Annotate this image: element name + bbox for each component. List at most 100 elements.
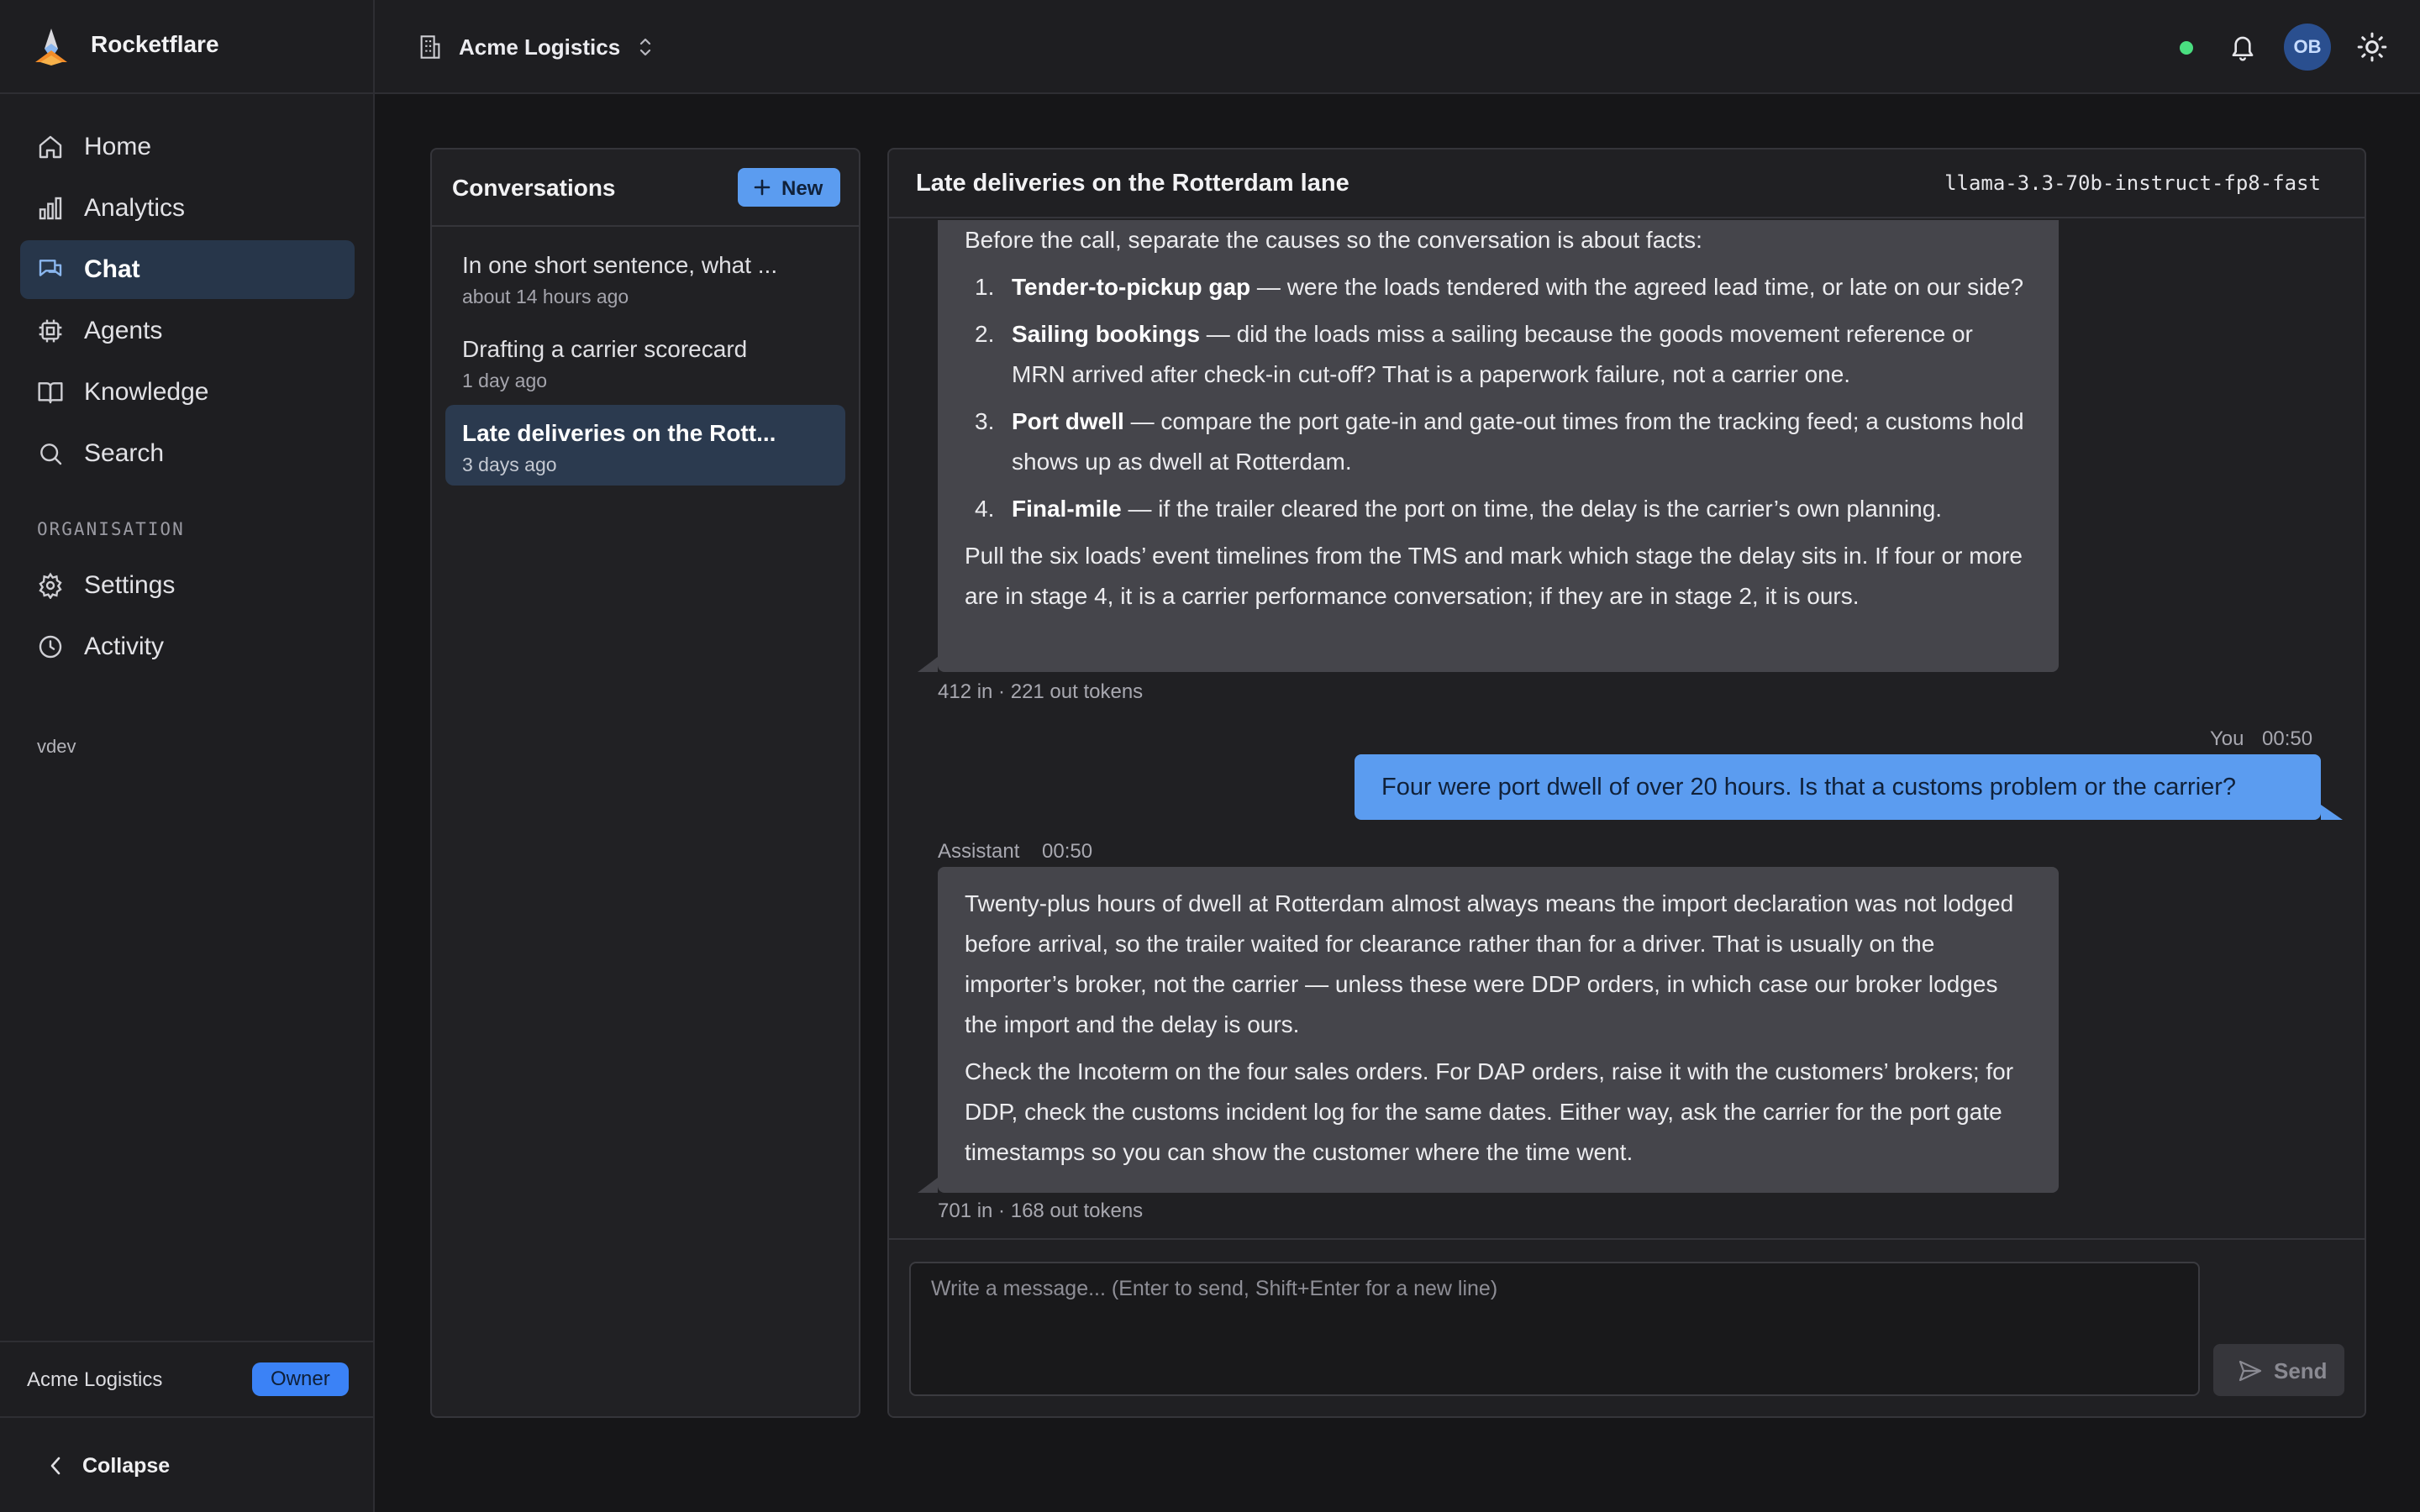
message-time: 00:50 — [2262, 727, 2313, 750]
nav-label-activity: Activity — [84, 633, 165, 660]
user-avatar[interactable]: OB — [2284, 24, 2331, 71]
message-input[interactable] — [909, 1262, 2200, 1396]
building-icon — [418, 34, 442, 60]
book-icon — [37, 379, 64, 406]
composer: Send — [889, 1238, 2365, 1416]
user-message-text: Four were port dwell of over 20 hours. I… — [1381, 774, 2237, 801]
chat-panel: Late deliveries on the Rotterdam lane ll… — [887, 148, 2366, 1418]
nav-item-activity[interactable]: Activity — [20, 617, 355, 676]
new-conversation-label: New — [781, 177, 823, 200]
nav-item-knowledge[interactable]: Knowledge — [20, 363, 355, 422]
chat-header: Late deliveries on the Rotterdam lane ll… — [889, 150, 2365, 218]
rocket-logo-icon — [32, 25, 71, 67]
list-number: 2. — [975, 321, 995, 347]
list-number: 3. — [975, 408, 995, 434]
bubble-tail — [918, 657, 938, 672]
list-item-heading: Port dwell — [1012, 408, 1124, 434]
chevron-left-icon — [45, 1453, 66, 1478]
role-badge: Owner — [252, 1362, 349, 1396]
nav-label-settings: Settings — [84, 571, 176, 599]
list-item-text: — were the loads tendered with the agree… — [1250, 274, 2024, 300]
new-conversation-button[interactable]: New — [738, 168, 840, 207]
message-paragraph: Twenty-plus hours of dwell at Rotterdam … — [965, 890, 2014, 1037]
sun-icon[interactable] — [2356, 31, 2388, 63]
list-item-heading: Sailing bookings — [1012, 321, 1201, 347]
nav-item-home[interactable]: Home — [20, 118, 355, 176]
sidebar: Rocketflare Home Analytics Chat Agents K… — [0, 0, 375, 1512]
message-outro: Pull the six loads’ event timelines from… — [965, 543, 2023, 609]
conversation-time: 3 days ago — [462, 454, 557, 475]
message-paragraph: Check the Incoterm on the four sales ord… — [965, 1058, 2014, 1165]
nav-label-home: Home — [84, 133, 152, 160]
user-message: Four were port dwell of over 20 hours. I… — [1355, 754, 2343, 820]
message-author: Assistant — [938, 840, 1020, 863]
brand: Rocketflare — [0, 0, 373, 94]
list-item-text: — if the trailer cleared the port on tim… — [1121, 496, 1943, 522]
app-version: vdev — [37, 736, 76, 757]
list-item: 2. Sailing bookings — did the loads miss … — [965, 314, 2032, 395]
conversations-title: Conversations — [452, 175, 616, 201]
nav-item-chat[interactable]: Chat — [20, 240, 355, 299]
cause-list: 1. Tender-to-pickup gap — were the loads … — [965, 267, 2032, 529]
nav-label-knowledge: Knowledge — [84, 378, 209, 406]
conversation-time: 1 day ago — [462, 370, 548, 391]
nav-item-analytics[interactable]: Analytics — [20, 179, 355, 238]
section-label-organisation: ORGANISATION — [37, 519, 185, 539]
collapse-label: Collapse — [82, 1454, 171, 1478]
message-intro: Before the call, separate the causes so … — [965, 227, 1702, 253]
bubble-tail — [918, 1178, 938, 1193]
chat-icon — [37, 256, 64, 283]
message-time: 00:50 — [1042, 840, 1093, 863]
nav-label-agents: Agents — [84, 317, 163, 344]
chat-title: Late deliveries on the Rotterdam lane — [916, 170, 1349, 197]
search-icon — [37, 440, 64, 467]
model-name: llama-3.3-70b-instruct-fp8-fast — [1944, 171, 2321, 195]
clock-icon — [37, 633, 64, 660]
token-count: 701 in · 168 out tokens — [938, 1200, 1144, 1222]
cpu-icon — [37, 318, 64, 344]
plus-icon — [753, 178, 771, 197]
nav-label-chat: Chat — [84, 255, 140, 283]
conversation-item[interactable]: Drafting a carrier scorecard 1 day ago — [445, 321, 845, 402]
list-item: 1. Tender-to-pickup gap — were the loads … — [965, 267, 2032, 307]
connection-status-dot — [2180, 41, 2193, 55]
list-item-text: — compare the port gate-in and gate-out … — [1012, 408, 2024, 475]
list-number: 1. — [975, 274, 995, 300]
message-author: You — [2210, 727, 2244, 750]
bubble-tail — [2321, 805, 2343, 820]
list-item-heading: Tender-to-pickup gap — [1012, 274, 1251, 300]
token-count: 412 in · 221 out tokens — [938, 680, 1144, 703]
chevron-up-down-icon — [637, 35, 654, 59]
org-switcher-label: Acme Logistics — [459, 34, 621, 60]
bell-icon[interactable] — [2228, 32, 2257, 62]
topbar: Acme Logistics OB — [375, 0, 2420, 94]
conversations-panel: Conversations New In one short sentence,… — [430, 148, 860, 1418]
gear-icon — [37, 572, 64, 600]
nav-item-agents[interactable]: Agents — [20, 302, 355, 360]
conversation-title: Late deliveries on the Rott... — [462, 420, 776, 446]
send-icon — [2238, 1360, 2262, 1382]
send-button[interactable]: Send — [2213, 1344, 2344, 1396]
send-label: Send — [2274, 1358, 2328, 1383]
conversation-list: In one short sentence, what ... about 14… — [445, 237, 845, 489]
list-item-heading: Final-mile — [1012, 496, 1122, 522]
assistant-message: Twenty-plus hours of dwell at Rotterdam … — [918, 867, 2059, 1193]
collapse-button[interactable]: Collapse — [0, 1420, 373, 1512]
nav-label-analytics: Analytics — [84, 194, 186, 222]
conversation-time: about 14 hours ago — [462, 286, 629, 307]
conversation-title: Drafting a carrier scorecard — [462, 336, 748, 362]
home-icon — [37, 134, 64, 160]
conversation-item[interactable]: In one short sentence, what ... about 14… — [445, 237, 845, 318]
assistant-message: Before the call, separate the causes so … — [918, 220, 2059, 672]
org-footer: Acme Logistics Owner — [0, 1341, 373, 1418]
conversation-item-active[interactable]: Late deliveries on the Rott... 3 days ag… — [445, 405, 845, 486]
nav-item-search[interactable]: Search — [20, 424, 355, 483]
app-name: Rocketflare — [91, 31, 219, 57]
message-list: Before the call, separate the causes so … — [889, 220, 2365, 1388]
nav-label-search: Search — [84, 439, 165, 467]
conversation-title: In one short sentence, what ... — [462, 252, 778, 278]
org-switcher[interactable]: Acme Logistics — [418, 29, 654, 66]
nav-item-settings[interactable]: Settings — [20, 556, 355, 615]
list-number: 4. — [975, 496, 995, 522]
conversations-header: Conversations New — [432, 150, 859, 227]
